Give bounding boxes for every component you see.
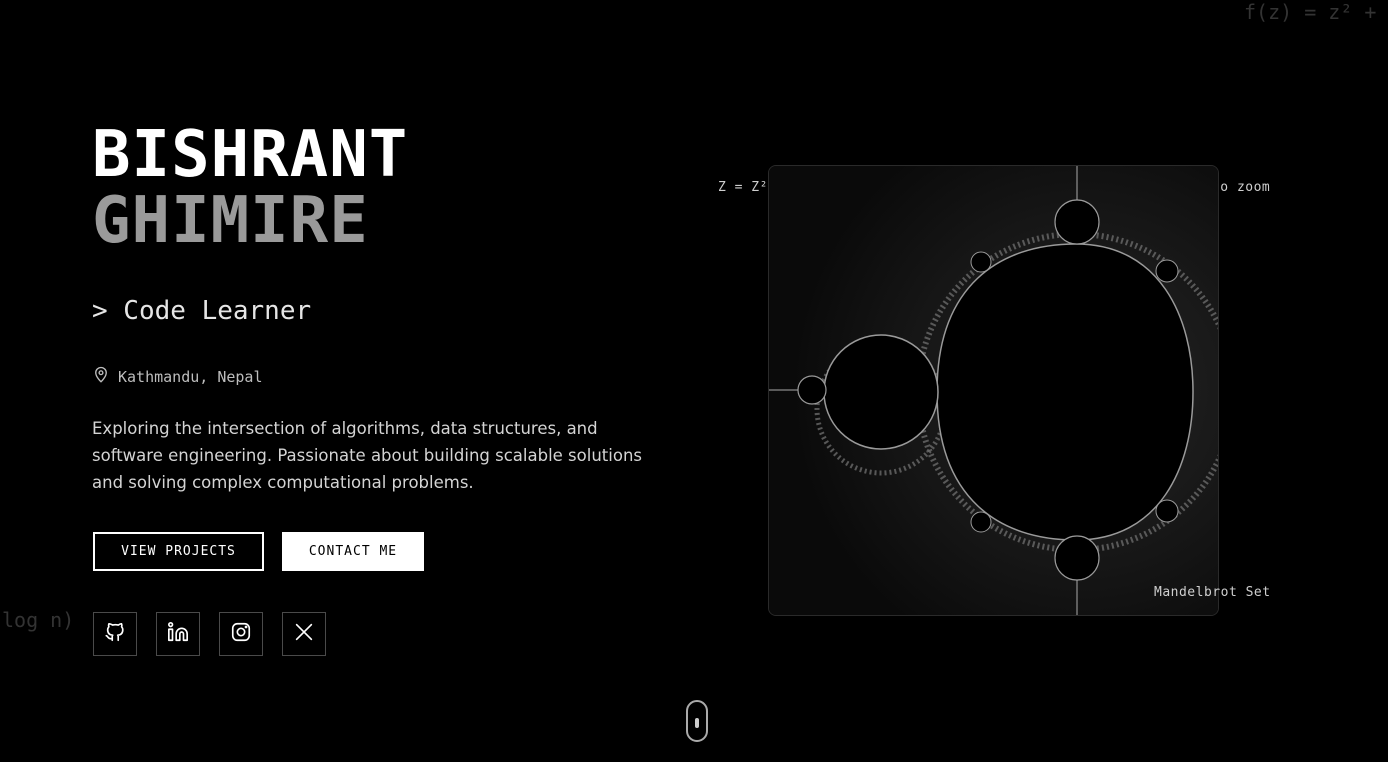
view-projects-button[interactable]: VIEW PROJECTS: [93, 532, 264, 571]
last-name: GHIMIRE: [92, 184, 369, 258]
x-link[interactable]: [282, 612, 326, 656]
contact-me-button[interactable]: CONTACT ME: [282, 532, 424, 571]
instagram-icon: [230, 621, 252, 647]
background-formula-top: f(z) = z² +: [1244, 0, 1377, 24]
role-title: > Code Learner: [92, 296, 312, 326]
mandelbrot-visual: [769, 166, 1218, 615]
scroll-indicator[interactable]: [686, 700, 708, 742]
scroll-indicator-dot: [695, 718, 699, 728]
background-formula-left: log n): [2, 608, 75, 632]
fractal-caption: Mandelbrot Set: [1154, 585, 1271, 600]
linkedin-icon: [167, 621, 189, 647]
x-icon: [293, 621, 315, 647]
linkedin-link[interactable]: [156, 612, 200, 656]
mandelbrot-canvas[interactable]: [768, 165, 1219, 616]
location-text: Kathmandu, Nepal: [118, 368, 263, 386]
hero-description: Exploring the intersection of algorithms…: [92, 419, 642, 492]
first-name: BISHRANT: [92, 118, 409, 192]
instagram-link[interactable]: [219, 612, 263, 656]
github-link[interactable]: [93, 612, 137, 656]
github-icon: [104, 621, 126, 647]
map-pin-icon: [92, 366, 110, 388]
location: Kathmandu, Nepal: [92, 366, 263, 388]
hero-name: BISHRANT GHIMIRE: [92, 122, 408, 254]
